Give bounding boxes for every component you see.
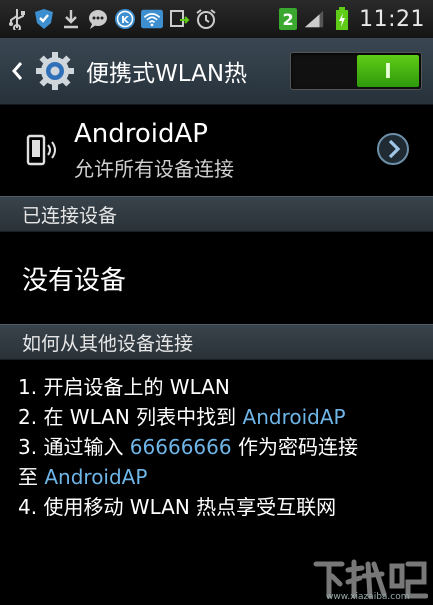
chevron-left-icon (12, 62, 23, 80)
chat-icon (87, 8, 109, 30)
network-name: AndroidAP (74, 118, 208, 149)
step-line: 2. 在 WLAN 列表中找到 AndroidAP (18, 405, 346, 429)
shield-icon (33, 8, 55, 30)
section-header-label: 如何从其他设备连接 (22, 332, 194, 355)
back-button[interactable] (4, 60, 30, 82)
howto-steps: 1. 开启设备上的 WLAN 2. 在 WLAN 列表中找到 AndroidAP… (18, 372, 423, 522)
switch-thumb-on: I (357, 55, 419, 87)
action-bar: 便携式WLAN热 I (0, 38, 433, 105)
chevron-right-circle-icon[interactable] (376, 132, 410, 166)
status-bar: K 2 11:21 (0, 0, 433, 38)
settings-gear-icon[interactable] (32, 48, 78, 94)
hotspot-network-item[interactable]: AndroidAP 允许所有设备连接 (0, 104, 433, 196)
no-devices-text: 没有设备 (22, 266, 127, 296)
signal-icon (303, 8, 325, 30)
download-icon (60, 8, 82, 30)
step-line: 3. 通过输入 66666666 作为密码连接 (18, 435, 358, 459)
hotspot-toggle-switch[interactable]: I (290, 52, 422, 90)
step-line: 4. 使用移动 WLAN 热点享受互联网 (18, 495, 337, 519)
section-header-label: 已连接设备 (22, 204, 118, 227)
alarm-icon (195, 8, 217, 30)
step-line: 1. 开启设备上的 WLAN (18, 375, 230, 399)
howto-header: 如何从其他设备连接 (0, 324, 433, 360)
watermark-url: www.xiazaiba.com (326, 592, 410, 602)
connected-devices-header: 已连接设备 (0, 196, 433, 232)
usb-icon (6, 8, 28, 30)
clock: 11:21 (359, 6, 425, 32)
page-title: 便携式WLAN热 (86, 61, 248, 87)
svg-text:K: K (121, 15, 130, 26)
wifi-hotspot-icon (141, 8, 163, 30)
notification-count-badge: 2 (279, 8, 298, 30)
step-line: 至 AndroidAP (18, 465, 148, 489)
phone-hotspot-icon (26, 134, 56, 166)
k-app-icon: K (114, 8, 136, 30)
network-subtitle: 允许所有设备连接 (74, 156, 234, 181)
battery-charging-icon (331, 7, 353, 30)
sync-icon (168, 8, 190, 30)
